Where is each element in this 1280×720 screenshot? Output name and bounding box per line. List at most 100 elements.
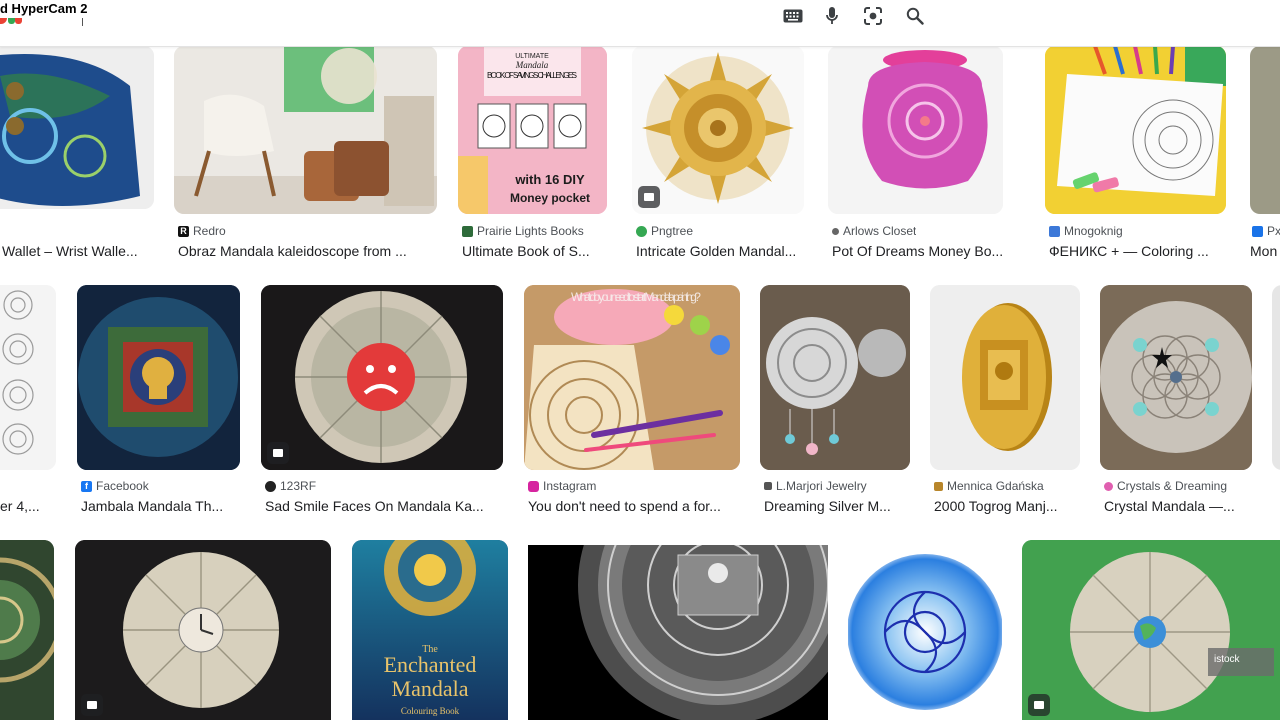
image-thumbnail[interactable] <box>1100 285 1252 470</box>
arlows-closet-favicon <box>832 227 839 235</box>
image-thumbnail[interactable]: What do you need to start Mandala painti… <box>524 285 740 470</box>
result-source[interactable]: R Redro <box>178 224 226 238</box>
mic-icon[interactable] <box>821 5 843 27</box>
image-result-card[interactable] <box>528 545 828 720</box>
image-thumbnail[interactable] <box>0 285 56 470</box>
savings-book-bottom1: with 16 DIY <box>514 172 585 187</box>
result-source[interactable]: Crystals & Dreaming <box>1104 479 1227 493</box>
source-name: Instagram <box>543 479 597 493</box>
result-title[interactable]: You don't need to spend a for... <box>528 498 740 514</box>
image-thumbnail[interactable] <box>174 46 437 214</box>
image-thumbnail[interactable] <box>261 285 503 470</box>
book-subtitle: Colouring Book <box>401 706 460 716</box>
result-title[interactable]: 2000 Togrog Manj... <box>934 498 1080 514</box>
image-thumbnail[interactable] <box>0 540 54 720</box>
image-thumbnail[interactable]: The Enchanted Mandala Colouring Book <box>352 540 508 720</box>
result-row-1: Wallet – Wrist Walle... R Redro Obraz Ma… <box>0 46 1280 276</box>
image-result-card[interactable]: f Facebook Jambala Mandala Th... <box>77 285 240 517</box>
image-result-card[interactable]: R Redro Obraz Mandala kaleidoscope from … <box>174 46 437 266</box>
result-title[interactable]: Jambala Mandala Th... <box>81 498 241 514</box>
lens-icon[interactable] <box>862 5 884 27</box>
result-title[interactable]: Obraz Mandala kaleidoscope from ... <box>178 243 433 259</box>
image-thumbnail[interactable] <box>848 540 1002 720</box>
image-result-card[interactable] <box>0 540 55 720</box>
search-icon[interactable] <box>904 5 926 27</box>
result-title[interactable]: Intricate Golden Mandal... <box>636 243 808 259</box>
image-thumbnail[interactable] <box>1272 285 1280 470</box>
search-input[interactable] <box>76 8 760 30</box>
search-header <box>0 0 1280 47</box>
image-thumbnail[interactable] <box>77 285 240 470</box>
image-result-card[interactable] <box>75 540 331 720</box>
result-title[interactable]: Ultimate Book of S... <box>462 243 604 259</box>
source-name: Pngtree <box>651 224 694 238</box>
image-thumbnail[interactable] <box>930 285 1080 470</box>
result-source[interactable]: Mnogoknig <box>1049 224 1123 238</box>
image-thumbnail[interactable]: istock <box>1022 540 1280 720</box>
image-thumbnail[interactable] <box>0 46 154 209</box>
result-source[interactable]: Prairie Lights Books <box>462 224 584 238</box>
istock-tag: istock <box>1214 654 1241 665</box>
result-title[interactable]: er 4,... <box>0 498 56 514</box>
book-title-line2: Enchanted <box>384 652 477 677</box>
image-result-card[interactable]: Mennica Gdańska 2000 Togrog Manj... <box>930 285 1080 517</box>
result-source[interactable]: 123RF <box>265 479 316 493</box>
source-name: Facebook <box>96 479 149 493</box>
image-thumbnail[interactable] <box>828 46 1003 214</box>
prairie-lights-favicon <box>462 225 473 237</box>
image-result-card[interactable] <box>1272 285 1280 470</box>
savings-book-top: ULTIMATE <box>515 53 549 60</box>
result-title[interactable]: ФЕНИКС + — Coloring ... <box>1049 243 1229 259</box>
image-thumbnail[interactable] <box>1250 46 1280 214</box>
result-source[interactable]: Instagram <box>528 479 596 493</box>
image-result-card[interactable] <box>848 540 1002 720</box>
image-result-card[interactable]: The Enchanted Mandala Colouring Book <box>352 540 508 720</box>
image-result-card[interactable]: Arlows Closet Pot Of Dreams Money Bo... <box>828 46 1020 266</box>
image-type-badge <box>638 186 660 208</box>
result-source[interactable]: Pngtree <box>636 224 693 238</box>
pngtree-favicon <box>636 225 647 237</box>
image-type-badge <box>81 694 103 716</box>
savings-book-mid: Mandala <box>515 60 549 70</box>
pexels-favicon <box>1252 225 1263 237</box>
image-result-card[interactable]: er 4,... <box>0 285 58 517</box>
result-source[interactable]: f Facebook <box>81 479 149 493</box>
image-thumbnail[interactable] <box>1045 46 1226 214</box>
recorder-watermark: d HyperCam 2 <box>0 0 91 18</box>
source-name: Px <box>1267 224 1280 238</box>
result-source[interactable]: Px <box>1252 224 1280 238</box>
image-thumbnail[interactable] <box>528 545 828 720</box>
image-result-card[interactable]: Crystals & Dreaming Crystal Mandala —... <box>1100 285 1252 517</box>
result-title[interactable]: Crystal Mandala —... <box>1104 498 1254 514</box>
search-box[interactable] <box>66 0 946 33</box>
source-name: Arlows Closet <box>843 224 917 238</box>
image-result-card[interactable]: Mnogoknig ФЕНИКС + — Coloring ... <box>1045 46 1227 266</box>
result-source[interactable]: Mennica Gdańska <box>934 479 1044 493</box>
image-thumbnail[interactable]: ULTIMATE Mandala BOOK OF SAVINGS CHALLEN… <box>458 46 607 214</box>
result-title[interactable]: Sad Smile Faces On Mandala Ka... <box>265 498 505 514</box>
result-title[interactable]: Pot Of Dreams Money Bo... <box>832 243 1022 259</box>
crystals-favicon <box>1104 481 1113 491</box>
result-source[interactable]: L.Marjori Jewelry <box>764 479 867 493</box>
image-result-card[interactable]: Wallet – Wrist Walle... <box>0 46 154 266</box>
source-name: Crystals & Dreaming <box>1117 479 1228 493</box>
image-result-card[interactable]: What do you need to start Mandala painti… <box>524 285 740 517</box>
result-title[interactable]: Wallet – Wrist Walle... <box>2 243 152 259</box>
facebook-favicon: f <box>81 480 92 492</box>
result-source[interactable]: Arlows Closet <box>832 224 916 238</box>
123rf-favicon <box>265 480 276 492</box>
image-result-card[interactable]: Pngtree Intricate Golden Mandal... <box>632 46 804 266</box>
image-result-card[interactable]: L.Marjori Jewelry Dreaming Silver M... <box>760 285 910 517</box>
result-title[interactable]: Dreaming Silver M... <box>764 498 910 514</box>
image-thumbnail[interactable] <box>632 46 804 214</box>
image-type-badge <box>267 442 289 464</box>
image-thumbnail[interactable] <box>75 540 331 720</box>
image-result-card[interactable]: 123RF Sad Smile Faces On Mandala Ka... <box>261 285 503 517</box>
image-result-card[interactable]: ULTIMATE Mandala BOOK OF SAVINGS CHALLEN… <box>458 46 608 266</box>
image-result-card[interactable]: istock <box>1022 540 1280 720</box>
image-result-card[interactable]: Px Mon <box>1250 46 1280 266</box>
image-thumbnail[interactable] <box>760 285 910 470</box>
redro-favicon: R <box>178 225 189 237</box>
keyboard-icon[interactable] <box>782 5 804 27</box>
result-title[interactable]: Mon <box>1250 243 1280 259</box>
